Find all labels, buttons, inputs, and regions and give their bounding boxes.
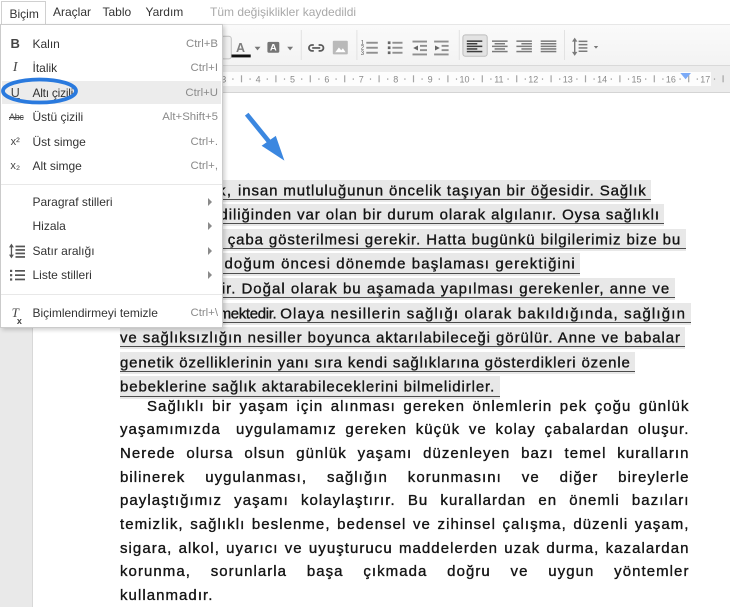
svg-text:8: 8 xyxy=(393,74,398,84)
svg-text:3: 3 xyxy=(361,51,365,57)
svg-text:11: 11 xyxy=(494,74,503,84)
svg-text:12: 12 xyxy=(528,74,538,84)
svg-text:16: 16 xyxy=(666,74,676,84)
svg-text:9: 9 xyxy=(428,74,433,84)
svg-text:17: 17 xyxy=(700,74,710,84)
svg-text:10: 10 xyxy=(459,74,469,84)
svg-text:7: 7 xyxy=(359,74,364,84)
svg-text:5: 5 xyxy=(290,74,295,84)
svg-text:6: 6 xyxy=(324,74,329,84)
svg-text:13: 13 xyxy=(563,74,573,84)
svg-text:14: 14 xyxy=(597,74,607,84)
svg-text:A: A xyxy=(270,43,277,54)
svg-text:4: 4 xyxy=(256,74,261,84)
svg-text:15: 15 xyxy=(631,74,641,84)
svg-text:A: A xyxy=(236,41,245,55)
